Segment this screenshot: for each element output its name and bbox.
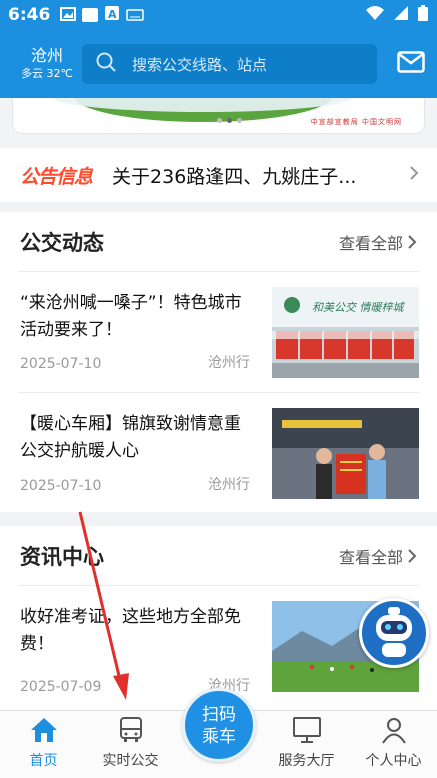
news-item[interactable]: 【暖心车厢】锦旗致谢情意重 公交护航暖人心 2025-07-10 沧州行 <box>18 393 419 514</box>
signal-icon <box>393 5 409 25</box>
mail-icon <box>397 51 425 77</box>
notice-bar[interactable]: 公告信息 关于236路逢四、九姚庄子... <box>0 148 437 202</box>
nav-service-hall[interactable]: 服务大厅 <box>263 711 350 778</box>
bus-news-section: 公交动态 查看全部 “来沧州喊一嗓子”！特色城市活动要来了！ 2025-07-1… <box>0 212 437 512</box>
home-icon <box>30 718 57 742</box>
search-placeholder: 搜索公交线路、站点 <box>132 55 268 74</box>
svg-text:A: A <box>108 8 117 21</box>
banner-carousel[interactable]: 中宣部宣教局 中国文明网 <box>12 98 425 134</box>
news-thumbnail: 和美公交 情暖梓城 <box>272 287 419 378</box>
bus-icon <box>119 717 142 742</box>
wifi-icon <box>365 5 385 25</box>
news-thumbnail <box>272 408 419 499</box>
text-app-icon: A <box>104 5 120 25</box>
banner-credits: 中宣部宣教局 中国文明网 <box>310 118 402 126</box>
nav-personal-center[interactable]: 个人中心 <box>350 711 437 778</box>
status-time: 6:46 <box>8 5 51 25</box>
message-button[interactable] <box>385 51 425 77</box>
battery-icon <box>417 4 429 26</box>
section-title: 资讯中心 <box>20 544 104 569</box>
chevron-right-icon <box>408 234 417 249</box>
notice-tag: 公告信息 <box>20 165 93 188</box>
view-all-link[interactable]: 查看全部 <box>339 544 417 568</box>
search-input[interactable]: 搜索公交线路、站点 <box>82 44 377 84</box>
notice-text: 关于236路逢四、九姚庄子... <box>112 165 357 188</box>
thumb-caption: 和美公交 情暖梓城 <box>312 301 405 314</box>
nav-home[interactable]: 首页 <box>0 711 87 778</box>
view-all-link[interactable]: 查看全部 <box>339 230 417 254</box>
header: 沧州 多云 32℃ 搜索公交线路、站点 <box>0 30 437 98</box>
scan-to-ride-button[interactable]: 扫码 乘车 <box>182 688 256 762</box>
image-icon <box>60 6 77 25</box>
chevron-right-icon <box>408 548 417 563</box>
status-bar: 6:46 A <box>0 0 437 30</box>
robot-icon <box>376 607 412 657</box>
carousel-dots <box>217 118 242 123</box>
news-item[interactable]: “来沧州喊一嗓子”！特色城市活动要来了！ 2025-07-10 沧州行 和美公交… <box>18 272 419 393</box>
notification-icon <box>82 8 99 22</box>
city-selector[interactable]: 沧州 多云 32℃ <box>12 46 82 82</box>
section-title: 公交动态 <box>20 230 104 255</box>
city-name: 沧州 <box>30 46 63 65</box>
keyboard-icon <box>126 6 145 25</box>
weather-text: 多云 32℃ <box>21 67 73 80</box>
search-icon <box>96 52 116 76</box>
monitor-icon <box>292 717 321 743</box>
top-bar: 6:46 A 沧州 多云 32℃ 搜索公交线路、站点 <box>0 0 437 98</box>
nav-realtime-bus[interactable]: 实时公交 <box>87 711 174 778</box>
chevron-right-icon <box>409 165 419 186</box>
assistant-robot-button[interactable] <box>359 598 429 668</box>
user-icon <box>381 718 406 744</box>
